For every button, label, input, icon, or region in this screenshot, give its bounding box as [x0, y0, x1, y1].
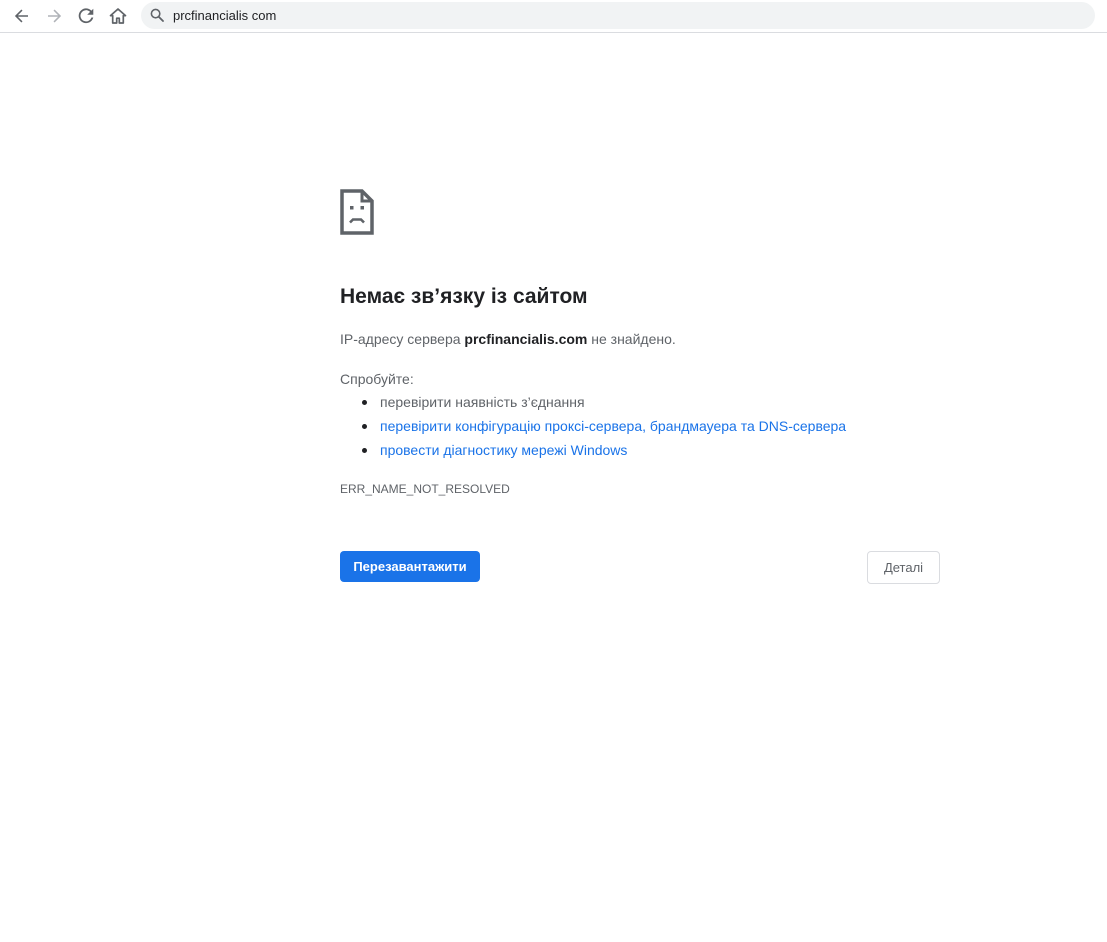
suggestion-run-diagnostics-link[interactable]: провести діагностику мережі Windows — [340, 441, 846, 465]
home-icon — [109, 8, 127, 24]
suggestion-check-proxy-link[interactable]: перевірити конфігурацію проксі-сервера, … — [340, 417, 846, 441]
hostname: prcfinancialis.com — [464, 331, 588, 347]
url-text: prcfinancialis com — [173, 8, 277, 23]
error-code: ERR_NAME_NOT_RESOLVED — [340, 482, 510, 496]
suggestion-check-connection: перевірити наявність з’єднання — [340, 393, 846, 417]
arrow-right-icon — [48, 9, 62, 23]
forward-button[interactable] — [41, 3, 67, 29]
error-description: IP-адресу сервера prcfinancialis.com не … — [340, 330, 676, 348]
search-icon — [150, 8, 164, 22]
reload-icon — [78, 8, 94, 24]
sad-page-icon — [340, 189, 374, 235]
browser-toolbar: prcfinancialis com — [0, 0, 1107, 33]
back-button[interactable] — [9, 3, 35, 29]
reload-page-button[interactable] — [73, 3, 99, 29]
arrow-left-icon — [14, 9, 28, 23]
try-label: Спробуйте: — [340, 371, 414, 387]
desc-prefix: IP-адресу сервера — [340, 331, 465, 347]
suggestions-list: перевірити наявність з’єднання перевірит… — [340, 393, 846, 465]
home-button[interactable] — [105, 3, 131, 29]
page-title: Немає зв’язку із сайтом — [340, 285, 588, 308]
desc-suffix: не знайдено. — [587, 331, 676, 347]
address-bar[interactable]: prcfinancialis com — [141, 2, 1095, 29]
reload-button[interactable]: Перезавантажити — [340, 551, 480, 582]
details-button[interactable]: Деталі — [867, 551, 940, 584]
